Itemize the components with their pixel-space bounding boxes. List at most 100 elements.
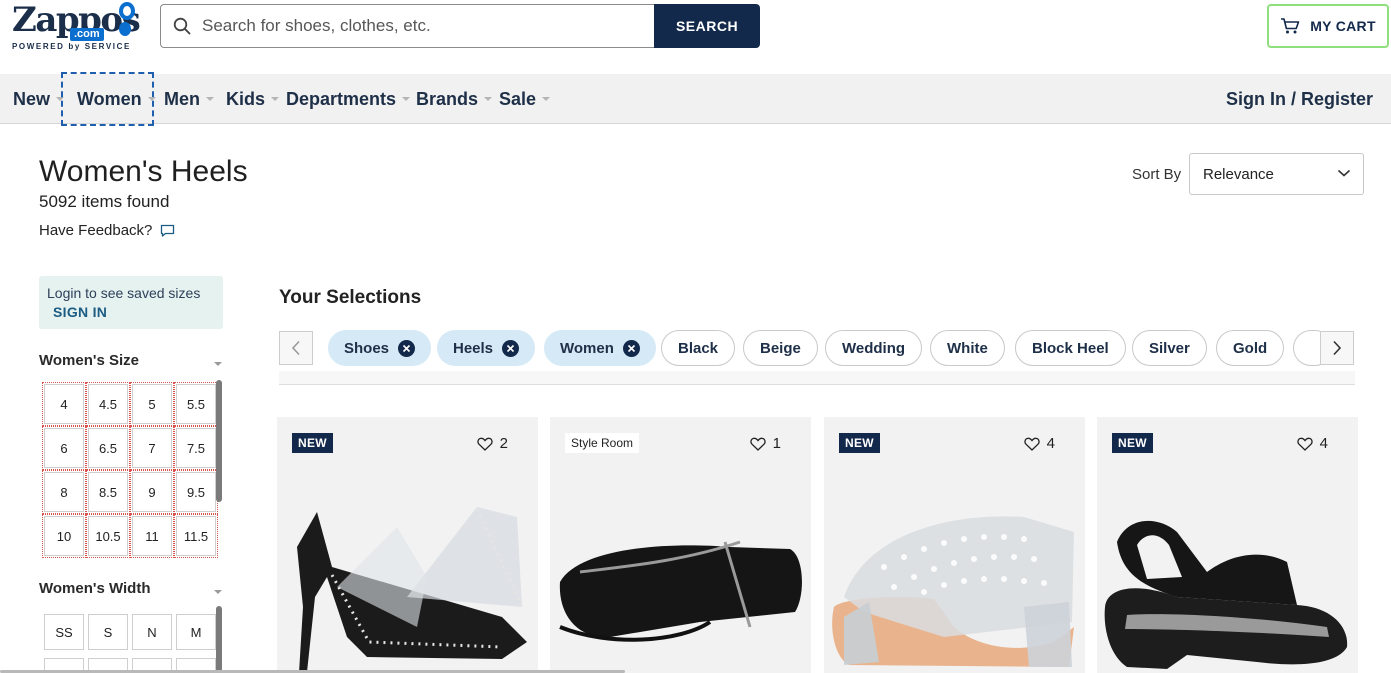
new-badge: NEW bbox=[1112, 433, 1153, 453]
favorite-button[interactable]: 4 bbox=[1296, 435, 1328, 452]
nav-item-departments[interactable]: Departments bbox=[286, 74, 411, 124]
size-option[interactable]: 9 bbox=[130, 470, 174, 514]
chip-label: Women bbox=[560, 339, 614, 357]
size-option[interactable]: 8.5 bbox=[86, 470, 130, 514]
site-header: Zappos .com POWERED by SERVICE SEARCH MY… bbox=[0, 0, 1391, 74]
size-option[interactable]: 11.5 bbox=[174, 514, 218, 558]
selected-chip-women[interactable]: Women bbox=[544, 330, 656, 366]
nav-label: Departments bbox=[286, 88, 397, 109]
speech-bubble-icon bbox=[161, 224, 175, 237]
suggested-chip-silver[interactable]: Silver bbox=[1132, 330, 1207, 366]
size-facet-title[interactable]: Women's Size bbox=[39, 352, 139, 369]
width-facet-title[interactable]: Women's Width bbox=[39, 580, 150, 597]
product-card[interactable]: Style Room 1 bbox=[550, 417, 811, 673]
logo-tagline: POWERED by SERVICE bbox=[12, 42, 131, 51]
width-option[interactable]: SS bbox=[44, 614, 84, 650]
favorite-button[interactable]: 4 bbox=[1023, 435, 1055, 452]
favorite-count: 1 bbox=[772, 435, 781, 452]
remove-icon[interactable] bbox=[502, 339, 520, 357]
sort-value: Relevance bbox=[1203, 165, 1274, 183]
selected-chip-shoes[interactable]: Shoes bbox=[328, 330, 432, 366]
nav-label: New bbox=[13, 88, 51, 109]
suggested-chip-wedding[interactable]: Wedding bbox=[825, 330, 923, 366]
width-option[interactable]: M bbox=[176, 614, 216, 650]
selection-chips: Shoes Heels Women Black Beige Wedding Wh… bbox=[279, 328, 1355, 368]
feedback-link[interactable]: Have Feedback? bbox=[39, 222, 175, 239]
suggested-chip-block-heel[interactable]: Block Heel bbox=[1015, 330, 1126, 366]
size-option[interactable]: 7 bbox=[130, 426, 174, 470]
main-navigation: New Women Men Kids Departments Brands Sa… bbox=[0, 72, 1391, 126]
new-badge: NEW bbox=[839, 433, 880, 453]
remove-icon[interactable] bbox=[622, 339, 640, 357]
feedback-label: Have Feedback? bbox=[39, 222, 153, 239]
heart-icon bbox=[749, 437, 766, 451]
nav-label: Brands bbox=[416, 88, 479, 109]
size-option[interactable]: 8 bbox=[42, 470, 86, 514]
nav-item-men[interactable]: Men bbox=[164, 74, 214, 124]
chips-next-button[interactable] bbox=[1320, 331, 1354, 365]
chevron-down-icon[interactable] bbox=[214, 362, 222, 366]
suggested-chip-gold[interactable]: Gold bbox=[1216, 330, 1285, 366]
search-input[interactable] bbox=[202, 16, 622, 36]
size-option[interactable]: 4.5 bbox=[86, 382, 130, 426]
chevron-down-icon bbox=[542, 97, 551, 101]
selections-divider bbox=[279, 371, 1355, 385]
nav-item-women[interactable]: Women bbox=[61, 72, 156, 126]
page-title: Women's Heels bbox=[39, 155, 248, 188]
product-image[interactable] bbox=[824, 487, 1085, 673]
search-box bbox=[160, 4, 654, 48]
nav-label: Kids bbox=[226, 88, 266, 109]
sign-in-link[interactable]: SIGN IN bbox=[53, 304, 215, 320]
size-option[interactable]: 7.5 bbox=[174, 426, 218, 470]
favorite-count: 2 bbox=[499, 435, 508, 452]
product-card[interactable]: NEW 2 bbox=[277, 417, 538, 673]
size-option[interactable]: 4 bbox=[42, 382, 86, 426]
nav-item-kids[interactable]: Kids bbox=[226, 74, 280, 124]
chevron-down-icon bbox=[484, 97, 493, 101]
size-option[interactable]: 5 bbox=[130, 382, 174, 426]
product-card[interactable]: NEW 4 bbox=[824, 417, 1085, 673]
nav-item-brands[interactable]: Brands bbox=[416, 74, 493, 124]
product-card[interactable]: NEW 4 bbox=[1097, 417, 1358, 673]
product-image[interactable] bbox=[550, 487, 811, 673]
style-room-badge: Style Room bbox=[565, 433, 640, 453]
favorite-count: 4 bbox=[1046, 435, 1055, 452]
suggested-chip-beige[interactable]: Beige bbox=[743, 330, 818, 366]
favorite-button[interactable]: 2 bbox=[476, 435, 508, 452]
logo-com-badge: .com bbox=[70, 28, 104, 41]
selected-chip-heels[interactable]: Heels bbox=[437, 330, 536, 366]
search-button[interactable]: SEARCH bbox=[654, 4, 760, 48]
width-scrollbar[interactable] bbox=[216, 606, 222, 673]
chip-label: Shoes bbox=[344, 339, 390, 357]
product-image[interactable] bbox=[1097, 487, 1358, 673]
nav-item-new[interactable]: New bbox=[13, 74, 65, 124]
sort-dropdown[interactable]: Relevance bbox=[1189, 153, 1364, 195]
nav-item-sale[interactable]: Sale bbox=[499, 74, 551, 124]
chevron-down-icon[interactable] bbox=[214, 590, 222, 594]
nav-label: Women bbox=[77, 88, 142, 109]
chevron-down-icon bbox=[147, 97, 156, 101]
cart-icon bbox=[1281, 18, 1300, 34]
width-option[interactable]: S bbox=[88, 614, 128, 650]
size-option[interactable]: 5.5 bbox=[174, 382, 218, 426]
chevron-down-icon bbox=[271, 97, 280, 101]
suggested-chip-black[interactable]: Black bbox=[661, 330, 736, 366]
heart-icon bbox=[1023, 437, 1040, 451]
size-option[interactable]: 10.5 bbox=[86, 514, 130, 558]
heart-icon bbox=[1296, 437, 1313, 451]
size-option[interactable]: 10 bbox=[42, 514, 86, 558]
size-option[interactable]: 6.5 bbox=[86, 426, 130, 470]
size-scrollbar[interactable] bbox=[216, 380, 222, 502]
size-option[interactable]: 9.5 bbox=[174, 470, 218, 514]
zappos-logo[interactable]: Zappos .com POWERED by SERVICE bbox=[12, 0, 141, 52]
width-option[interactable]: N bbox=[132, 614, 172, 650]
favorite-button[interactable]: 1 bbox=[749, 435, 781, 452]
chip-label: Heels bbox=[453, 339, 494, 357]
sign-in-register-link[interactable]: Sign In / Register bbox=[1226, 74, 1373, 124]
size-option[interactable]: 6 bbox=[42, 426, 86, 470]
remove-icon[interactable] bbox=[398, 339, 416, 357]
suggested-chip-white[interactable]: White bbox=[930, 330, 1005, 366]
cart-button[interactable]: MY CART bbox=[1267, 4, 1389, 48]
product-image[interactable] bbox=[277, 487, 538, 673]
size-option[interactable]: 11 bbox=[130, 514, 174, 558]
